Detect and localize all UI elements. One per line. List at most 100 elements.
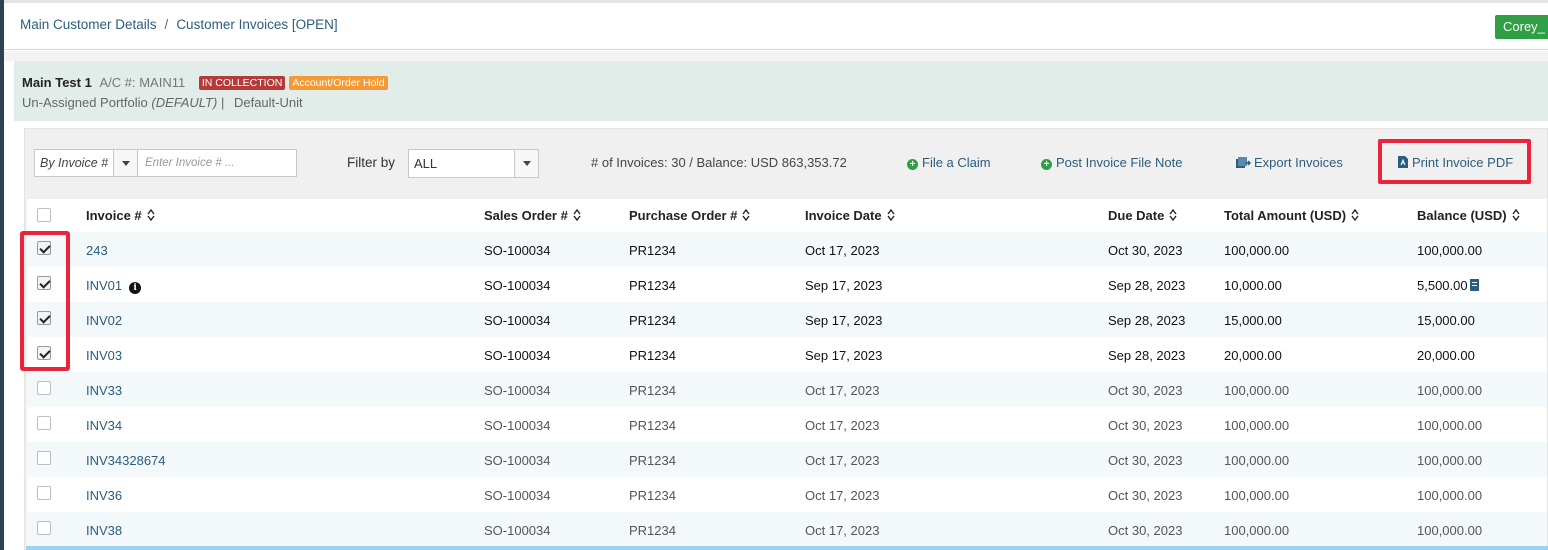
total-cell: 100,000.00 bbox=[1224, 488, 1289, 503]
so-value: SO-100034 bbox=[484, 313, 551, 328]
sort-icon bbox=[1169, 209, 1177, 221]
portfolio-line: Un-Assigned Portfolio (DEFAULT) | Defaul… bbox=[22, 95, 303, 110]
po-cell: PR1234 bbox=[629, 243, 676, 258]
account-number: A/C #: MAIN11 bbox=[99, 75, 186, 90]
export-invoices-button[interactable]: Export Invoices bbox=[1235, 155, 1343, 170]
po-cell: PR1234 bbox=[629, 418, 676, 433]
invoice-link[interactable]: INV34 bbox=[86, 418, 122, 433]
breadcrumb-item-main-customer[interactable]: Main Customer Details bbox=[20, 17, 157, 32]
balance-cell: 100,000.00 bbox=[1417, 243, 1482, 258]
so-cell: SO-100034 bbox=[484, 523, 551, 538]
info-icon[interactable]: i bbox=[129, 282, 142, 294]
invoice-date-value: Oct 17, 2023 bbox=[805, 488, 880, 503]
plus-circle-icon: + bbox=[1041, 159, 1052, 170]
user-menu-button[interactable]: Corey_ bbox=[1495, 15, 1548, 39]
invoice-date-cell: Oct 17, 2023 bbox=[805, 453, 879, 468]
sort-icon bbox=[573, 209, 581, 221]
row-checkbox[interactable] bbox=[37, 521, 51, 535]
col-header-purchase-order[interactable]: Purchase Order # bbox=[629, 208, 750, 223]
total-cell: 15,000.00 bbox=[1224, 313, 1282, 328]
table-row[interactable]: INV38 SO-100034 PR1234 Oct 17, 2023 Oct 30, … bbox=[27, 512, 1547, 547]
so-cell: SO-100034 bbox=[484, 488, 551, 503]
invoice-cell: INV02 bbox=[86, 313, 122, 328]
balance-cell: 20,000.00 bbox=[1417, 348, 1475, 363]
invoice-link[interactable]: INV02 bbox=[86, 313, 122, 328]
chevron-down-icon[interactable] bbox=[113, 150, 137, 176]
so-value: SO-100034 bbox=[484, 348, 551, 363]
invoice-search-input[interactable] bbox=[137, 149, 297, 177]
print-button-highlight bbox=[1378, 139, 1531, 184]
total-cell: 100,000.00 bbox=[1224, 453, 1289, 468]
po-cell: PR1234 bbox=[629, 488, 676, 503]
col-header-due-date[interactable]: Due Date bbox=[1108, 208, 1177, 223]
invoice-date-cell: Oct 17, 2023 bbox=[805, 243, 879, 258]
due-date-cell: Oct 30, 2023 bbox=[1108, 243, 1182, 258]
balance-cell: 100,000.00 bbox=[1417, 488, 1482, 503]
total-cell: 10,000.00 bbox=[1224, 278, 1282, 293]
invoice-link[interactable]: INV01 bbox=[86, 278, 122, 293]
table-row[interactable]: INV33 SO-100034 PR1234 Oct 17, 2023 Oct 30, … bbox=[27, 372, 1547, 407]
breadcrumb-item-customer-invoices[interactable]: Customer Invoices [OPEN] bbox=[176, 17, 337, 32]
balance-cell: 5,500.00 bbox=[1417, 278, 1479, 293]
search-by-select[interactable]: By Invoice # bbox=[34, 149, 138, 177]
po-cell: PR1234 bbox=[629, 383, 676, 398]
account-line: Main Test 1 A/C #: MAIN11 IN COLLECTION A… bbox=[22, 75, 388, 90]
so-cell: SO-100034 bbox=[484, 278, 551, 293]
row-checkbox[interactable] bbox=[37, 486, 51, 500]
chevron-down-icon[interactable] bbox=[514, 150, 538, 177]
row-checkbox[interactable] bbox=[37, 381, 51, 395]
portfolio-divider: | bbox=[220, 95, 225, 110]
invoice-link[interactable]: INV34328674 bbox=[86, 453, 166, 468]
post-note-label: Post Invoice File Note bbox=[1056, 155, 1183, 170]
invoice-link[interactable]: INV38 bbox=[86, 523, 122, 538]
due-date-value: Sep 28, 2023 bbox=[1108, 348, 1186, 363]
col-header-balance[interactable]: Balance (USD) bbox=[1417, 208, 1520, 223]
table-row[interactable]: INV02 SO-100034 PR1234 Sep 17, 2023 Sep 28, … bbox=[27, 302, 1547, 337]
col-header-invoice-date[interactable]: Invoice Date bbox=[805, 208, 895, 223]
so-value: SO-100034 bbox=[484, 488, 551, 503]
spacer bbox=[4, 51, 1548, 61]
select-all-checkbox[interactable] bbox=[37, 208, 51, 222]
so-value: SO-100034 bbox=[484, 453, 551, 468]
due-date-cell: Oct 30, 2023 bbox=[1108, 488, 1182, 503]
invoice-link[interactable]: INV33 bbox=[86, 383, 122, 398]
so-value: SO-100034 bbox=[484, 278, 551, 293]
post-note-button[interactable]: + Post Invoice File Note bbox=[1041, 155, 1182, 170]
po-value: PR1234 bbox=[629, 278, 676, 293]
filter-select[interactable]: ALL bbox=[408, 149, 539, 178]
table-row[interactable]: INV36 SO-100034 PR1234 Oct 17, 2023 Oct 30, … bbox=[27, 477, 1547, 512]
filter-label: Filter by bbox=[347, 155, 396, 170]
col-header-sales-order[interactable]: Sales Order # bbox=[484, 208, 581, 223]
invoice-link[interactable]: INV03 bbox=[86, 348, 122, 363]
invoice-link[interactable]: INV36 bbox=[86, 488, 122, 503]
due-date-value: Oct 30, 2023 bbox=[1108, 418, 1183, 433]
row-checkbox[interactable] bbox=[37, 451, 51, 465]
col-header-total-amount[interactable]: Total Amount (USD) bbox=[1224, 208, 1359, 223]
note-icon[interactable] bbox=[1469, 279, 1479, 291]
due-date-value: Sep 28, 2023 bbox=[1108, 313, 1186, 328]
invoice-date-cell: Oct 17, 2023 bbox=[805, 418, 879, 433]
balance-cell: 100,000.00 bbox=[1417, 453, 1482, 468]
account-summary: Main Test 1 A/C #: MAIN11 IN COLLECTION A… bbox=[14, 61, 1548, 121]
invoice-link[interactable]: 243 bbox=[86, 243, 108, 258]
col-header-invoice[interactable]: Invoice # bbox=[86, 208, 155, 223]
export-label: Export Invoices bbox=[1254, 155, 1343, 170]
table-row[interactable]: INV01 i SO-100034 PR1234 Sep 17, 2023 Sep 28,… bbox=[27, 267, 1547, 302]
so-cell: SO-100034 bbox=[484, 348, 551, 363]
invoice-date-cell: Oct 17, 2023 bbox=[805, 523, 879, 538]
file-claim-button[interactable]: + File a Claim bbox=[907, 155, 991, 170]
row-checkbox[interactable] bbox=[37, 416, 51, 430]
so-cell: SO-100034 bbox=[484, 453, 551, 468]
so-cell: SO-100034 bbox=[484, 243, 551, 258]
due-date-cell: Oct 30, 2023 bbox=[1108, 523, 1182, 538]
sort-icon bbox=[147, 209, 155, 221]
invoice-cell: INV34 bbox=[86, 418, 122, 433]
table-row[interactable]: INV03 SO-100034 PR1234 Sep 17, 2023 Sep 28, … bbox=[27, 337, 1547, 372]
table-row[interactable]: INV34 SO-100034 PR1234 Oct 17, 2023 Oct 30, … bbox=[27, 407, 1547, 442]
sort-icon bbox=[1512, 209, 1520, 221]
due-date-value: Oct 30, 2023 bbox=[1108, 523, 1183, 538]
invoice-date-cell: Oct 17, 2023 bbox=[805, 488, 879, 503]
total-cell: 100,000.00 bbox=[1224, 383, 1289, 398]
table-row[interactable]: 243 SO-100034 PR1234 Oct 17, 2023 Oct 30, 20… bbox=[27, 232, 1547, 267]
table-row[interactable]: INV34328674 SO-100034 PR1234 Oct 17, 2023 Oc… bbox=[27, 442, 1547, 477]
